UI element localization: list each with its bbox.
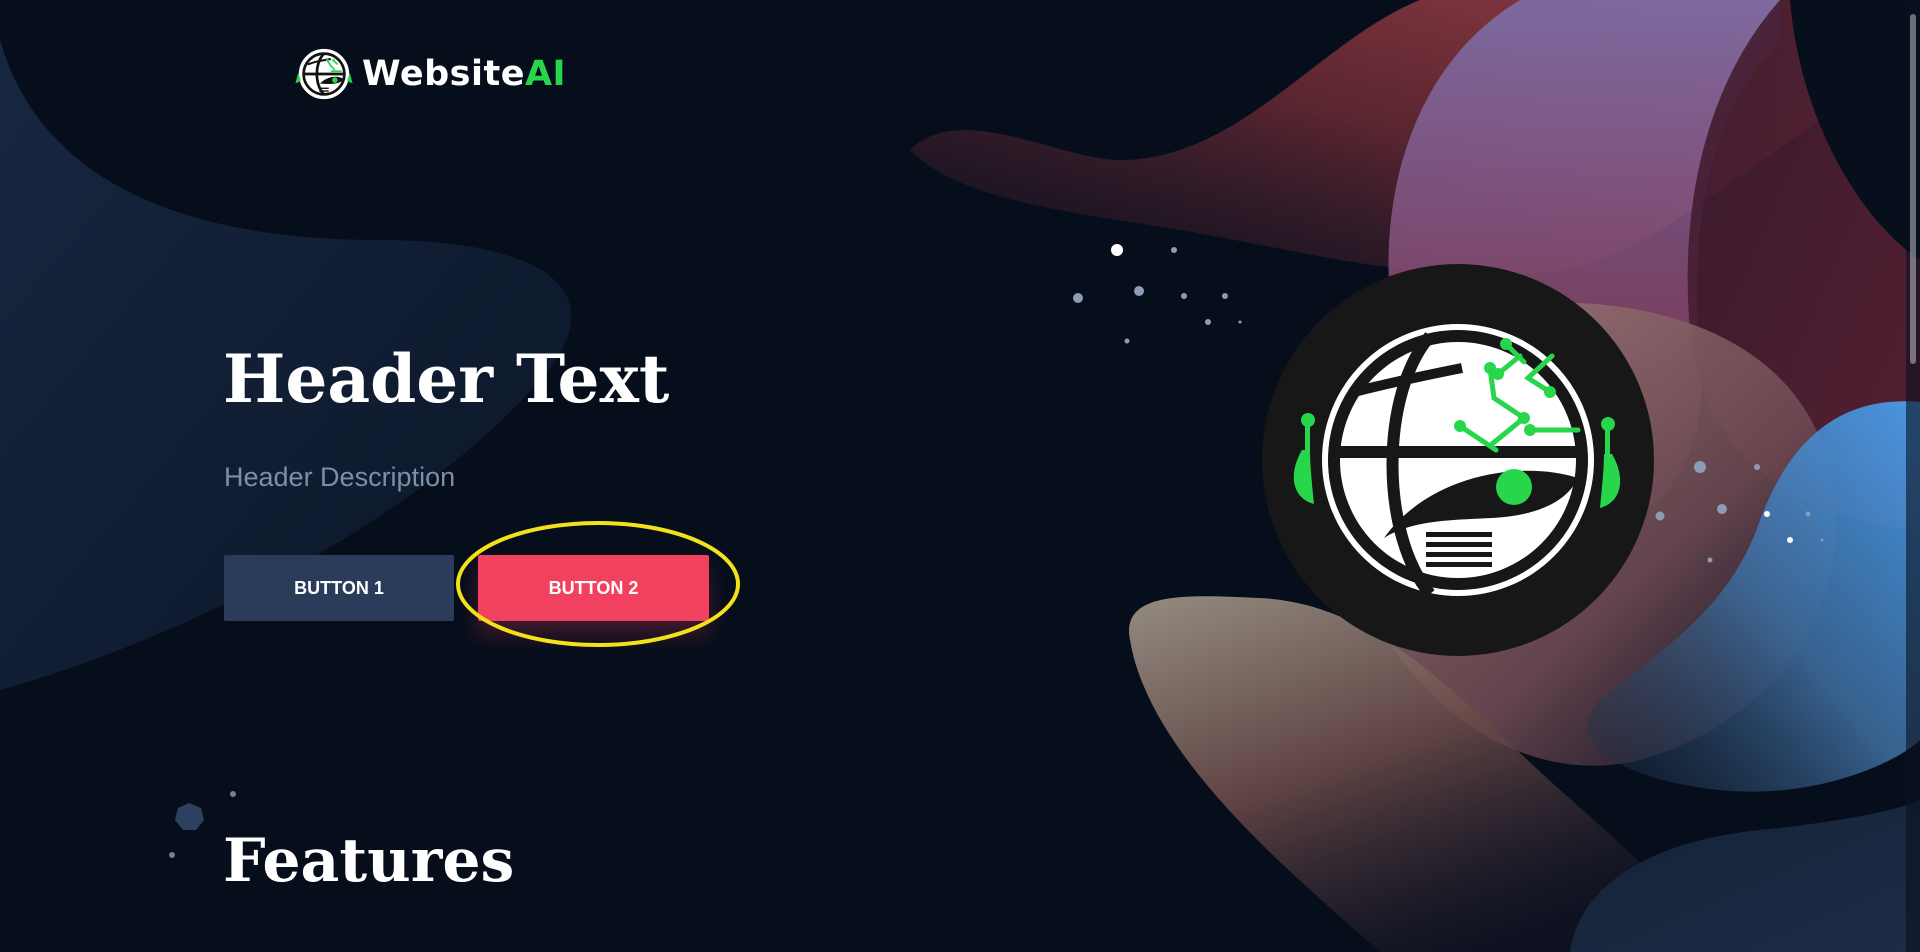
hero-description: Header Description: [224, 462, 456, 492]
globe-circuit-icon: [295, 48, 353, 100]
features-heading: Features: [223, 826, 515, 896]
hero-title: Header Text: [223, 340, 670, 418]
logo-text-main: Website: [362, 54, 525, 94]
landing-page: WebsiteAI Header Text Header Description…: [0, 0, 1920, 952]
logo-wordmark: WebsiteAI: [362, 54, 566, 94]
site-logo[interactable]: WebsiteAI: [290, 40, 566, 108]
highlight-annotation-ring: [456, 521, 740, 647]
scrollbar-thumb[interactable]: [1910, 14, 1916, 364]
hero-globe-emblem-icon: [1262, 264, 1654, 656]
button-1[interactable]: BUTTON 1: [224, 555, 454, 621]
logo-text-accent: AI: [524, 54, 567, 94]
